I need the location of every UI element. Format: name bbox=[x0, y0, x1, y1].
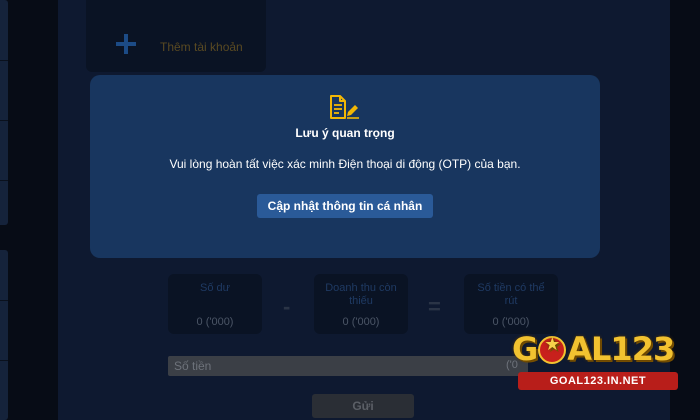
add-account-card[interactable] bbox=[86, 0, 266, 72]
sidebar-strip-top bbox=[0, 0, 8, 225]
withdrawable-value: 0 ('000) bbox=[492, 316, 530, 328]
logo-domain: GOAL123.IN.NET bbox=[518, 372, 678, 390]
logo-wordmark: GAL123 bbox=[512, 330, 675, 368]
amount-input[interactable] bbox=[168, 356, 528, 376]
sidebar-divider bbox=[0, 300, 8, 301]
sidebar-strip-bottom bbox=[0, 250, 8, 420]
outstanding-turnover-box: Doanh thu còn thiếu 0 ('000) bbox=[314, 274, 408, 334]
sidebar-divider bbox=[0, 180, 8, 181]
sidebar-divider bbox=[0, 60, 8, 61]
withdrawable-label: Số tiền có thể rút bbox=[477, 282, 545, 307]
goal123-logo: GAL123 GOAL123.IN.NET bbox=[512, 330, 684, 396]
submit-button[interactable]: Gửi bbox=[312, 394, 414, 418]
sidebar-divider bbox=[0, 360, 8, 361]
outstanding-turnover-value: 0 ('000) bbox=[342, 316, 380, 328]
sidebar-divider bbox=[0, 120, 8, 121]
balance-value: 0 ('000) bbox=[196, 316, 234, 328]
equals-operator: = bbox=[428, 294, 441, 319]
update-profile-button[interactable]: Cập nhật thông tin cá nhân bbox=[257, 194, 433, 218]
add-account-label: Thêm tài khoản bbox=[160, 40, 243, 54]
balance-box: Số dư 0 ('000) bbox=[168, 274, 262, 334]
balance-label: Số dư bbox=[200, 282, 230, 294]
withdrawable-box: Số tiền có thể rút 0 ('000) bbox=[464, 274, 558, 334]
outstanding-turnover-label: Doanh thu còn thiếu bbox=[325, 282, 397, 307]
modal-message: Vui lòng hoàn tất việc xác minh Điện tho… bbox=[169, 157, 521, 171]
document-edit-icon bbox=[328, 95, 362, 119]
modal-title: Lưu ý quan trọng bbox=[295, 126, 395, 140]
minus-operator: - bbox=[283, 294, 291, 319]
important-notice-modal: Lưu ý quan trọng Vui lòng hoàn tất việc … bbox=[90, 75, 600, 258]
plus-icon bbox=[116, 34, 136, 54]
soccer-ball-icon bbox=[538, 334, 567, 364]
